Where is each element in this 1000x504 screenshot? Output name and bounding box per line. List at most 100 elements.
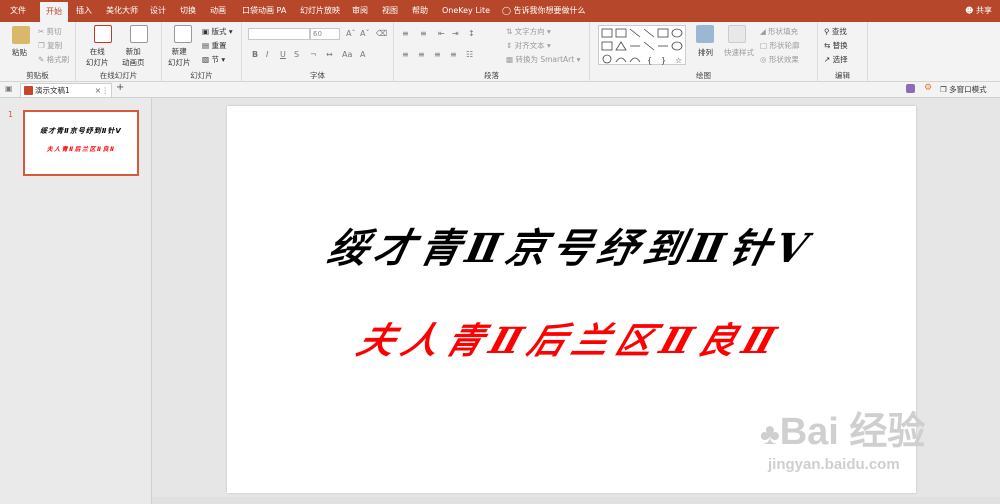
shapes-gallery[interactable]: { } ☆ — [598, 25, 686, 65]
paragraph-label: 段落 — [484, 71, 499, 80]
tab-insert[interactable]: 插入 — [76, 0, 92, 22]
shapes-gallery-icons: { } ☆ — [601, 28, 683, 65]
ribbon-tab-bar: 文件 开始 插入 美化大师 设计 切换 动画 口袋动画 PA 幻灯片放映 审阅 … — [0, 0, 1000, 22]
more-icon[interactable]: ⋮ — [102, 84, 110, 97]
file-icon[interactable]: ▣ — [5, 84, 13, 93]
reset-button[interactable]: ▤ 重置 — [202, 40, 226, 51]
align-center-icon[interactable]: ≡ — [418, 50, 425, 59]
tab-design[interactable]: 设计 — [150, 0, 166, 22]
justify-icon[interactable]: ≡ — [450, 50, 457, 59]
tab-view[interactable]: 视图 — [382, 0, 398, 22]
editing-label: 编辑 — [835, 71, 850, 80]
document-tab-title: 演示文稿1 — [35, 86, 70, 95]
shadow-button[interactable]: S — [294, 50, 299, 59]
slide-number: 1 — [8, 110, 14, 119]
font-color-icon[interactable]: A — [360, 50, 365, 59]
tab-help[interactable]: 帮助 — [412, 0, 428, 22]
arrange-button[interactable]: 排列 — [698, 47, 713, 58]
columns-icon[interactable]: ☷ — [466, 50, 473, 59]
quick-styles-button[interactable]: 快速样式 — [724, 47, 754, 58]
select-button[interactable]: ↗ 选择 — [824, 54, 848, 65]
paw-icon: ♣ — [760, 418, 780, 451]
copy-button[interactable]: ❐ 复制 — [38, 40, 62, 51]
tell-me-box[interactable]: ◯ 告诉我你想要做什么 — [502, 0, 586, 22]
paste-button[interactable]: 粘贴 — [12, 47, 27, 58]
watermark-brand: Bai 经验 — [779, 411, 926, 453]
line-spacing-icon[interactable]: ↕ — [468, 29, 475, 38]
tab-animations[interactable]: 动画 — [210, 0, 226, 22]
italic-button[interactable]: I — [266, 50, 268, 59]
baidu-watermark-logo: ♣Bai 经验 — [760, 400, 925, 455]
slides-group: 新建 幻灯片 ▣ 版式 ▾ ▤ 重置 ▧ 节 ▾ 幻灯片 — [162, 22, 242, 82]
align-left-icon[interactable]: ≡ — [402, 50, 409, 59]
shape-fill-button[interactable]: ◢ 形状填充 — [760, 26, 798, 37]
new-slide-button[interactable]: 新建 幻灯片 — [168, 46, 191, 68]
new-anim-page-icon — [130, 25, 148, 43]
section-button[interactable]: ▧ 节 ▾ — [202, 54, 225, 65]
change-case-icon[interactable]: Aa — [342, 50, 352, 59]
shrink-font-icon[interactable]: Aˇ — [360, 29, 369, 38]
watermark-url: jingyan.baidu.com — [768, 456, 900, 473]
grow-font-icon[interactable]: Aˆ — [346, 29, 355, 38]
cut-button[interactable]: ✂ 剪切 — [38, 26, 62, 37]
multi-window-button[interactable]: ❐ 多窗口模式 — [940, 84, 987, 95]
shape-outline-button[interactable]: □ 形状轮廓 — [760, 40, 799, 51]
tab-slideshow[interactable]: 幻灯片放映 — [300, 0, 340, 22]
underline-button[interactable]: U — [280, 50, 286, 59]
tab-onekey[interactable]: OneKey Lite — [442, 0, 490, 22]
slide-text-row-black[interactable]: 绥才青Ⅱ京号纾到Ⅱ针Ⅴ — [221, 216, 922, 274]
document-tab[interactable]: 演示文稿1 × ⋮ — [20, 83, 112, 97]
font-name-field[interactable] — [248, 28, 310, 40]
text-direction-button[interactable]: ⇅ 文字方向 ▾ — [506, 26, 551, 37]
font-group: 60 Aˆ Aˇ ⌫ B I U S ¬ ↔ Aa A 字体 — [242, 22, 394, 82]
indent-icon[interactable]: ⇥ — [452, 29, 459, 38]
tab-beautify[interactable]: 美化大师 — [106, 0, 138, 22]
ppt-icon — [24, 86, 33, 95]
ribbon: 粘贴 ✂ 剪切 ❐ 复制 ✎ 格式刷 剪贴板 在线 幻灯片 新加 动画页 在线幻… — [0, 22, 1000, 82]
document-tab-bar: ▣ 演示文稿1 × ⋮ + ⚙ ❐ 多窗口模式 — [0, 82, 1000, 98]
clear-format-icon[interactable]: ⌫ — [376, 29, 387, 38]
online-slide-button[interactable]: 在线 幻灯片 — [86, 46, 109, 68]
clipboard-label: 剪贴板 — [26, 71, 49, 80]
new-anim-page-button[interactable]: 新加 动画页 — [122, 46, 145, 68]
tab-home[interactable]: 开始 — [40, 2, 68, 22]
slides-label: 幻灯片 — [190, 71, 213, 80]
online-slides-group: 在线 幻灯片 新加 动画页 在线幻灯片 — [76, 22, 162, 82]
addin-icon[interactable] — [906, 84, 915, 93]
find-button[interactable]: ⚲ 查找 — [824, 26, 847, 37]
clipboard-group: 粘贴 ✂ 剪切 ❐ 复制 ✎ 格式刷 剪贴板 — [0, 22, 76, 82]
format-painter-button[interactable]: ✎ 格式刷 — [38, 54, 69, 65]
drawing-group: { } ☆ 排列 快速样式 ◢ 形状填充 □ 形状轮廓 ◎ 形状效果 绘图 — [590, 22, 818, 82]
add-tab-icon[interactable]: + — [116, 82, 124, 93]
slide-thumbnail-1[interactable]: 绥才青Ⅱ京号纾到Ⅱ针Ⅴ 夫人青Ⅱ后兰区Ⅱ良Ⅱ — [23, 110, 139, 176]
font-label: 字体 — [310, 71, 325, 80]
numbering-icon[interactable]: ≡ — [420, 29, 427, 38]
shape-effect-button[interactable]: ◎ 形状效果 — [760, 54, 799, 65]
paragraph-group: ≡ ≡ ⇤ ⇥ ↕ ≡ ≡ ≡ ≡ ☷ ⇅ 文字方向 ▾ ⇕ 对齐文本 ▾ ▩ … — [394, 22, 590, 82]
align-text-button[interactable]: ⇕ 对齐文本 ▾ — [506, 40, 551, 51]
smartart-button[interactable]: ▩ 转换为 SmartArt ▾ — [506, 54, 580, 65]
tab-transitions[interactable]: 切换 — [180, 0, 196, 22]
new-slide-icon — [174, 25, 192, 43]
editing-group: ⚲ 查找 ⇆ 替换 ↗ 选择 编辑 — [818, 22, 868, 82]
paste-icon — [12, 26, 30, 44]
strikethrough-icon[interactable]: ¬ — [310, 50, 317, 59]
tab-file[interactable]: 文件 — [10, 0, 26, 22]
close-icon[interactable]: × — [95, 84, 101, 97]
bold-button[interactable]: B — [252, 50, 258, 59]
online-slide-icon — [94, 25, 112, 43]
align-right-icon[interactable]: ≡ — [434, 50, 441, 59]
tab-pocket-anim[interactable]: 口袋动画 PA — [242, 0, 286, 22]
bullets-icon[interactable]: ≡ — [402, 29, 409, 38]
settings-icon[interactable]: ⚙ — [924, 83, 932, 93]
tab-review[interactable]: 审阅 — [352, 0, 368, 22]
char-spacing-icon[interactable]: ↔ — [326, 50, 333, 59]
replace-button[interactable]: ⇆ 替换 — [824, 40, 848, 51]
arrange-icon — [696, 25, 714, 43]
layout-button[interactable]: ▣ 版式 ▾ — [202, 26, 233, 37]
slide-text-row-red[interactable]: 夫人青Ⅱ后兰区Ⅱ良Ⅱ — [219, 312, 925, 364]
share-button[interactable]: ☻ 共享 — [965, 0, 992, 22]
outdent-icon[interactable]: ⇤ — [438, 29, 445, 38]
font-size-field[interactable]: 60 — [310, 28, 340, 40]
slide-thumbnail-pane: 1 绥才青Ⅱ京号纾到Ⅱ针Ⅴ 夫人青Ⅱ后兰区Ⅱ良Ⅱ — [0, 98, 152, 504]
